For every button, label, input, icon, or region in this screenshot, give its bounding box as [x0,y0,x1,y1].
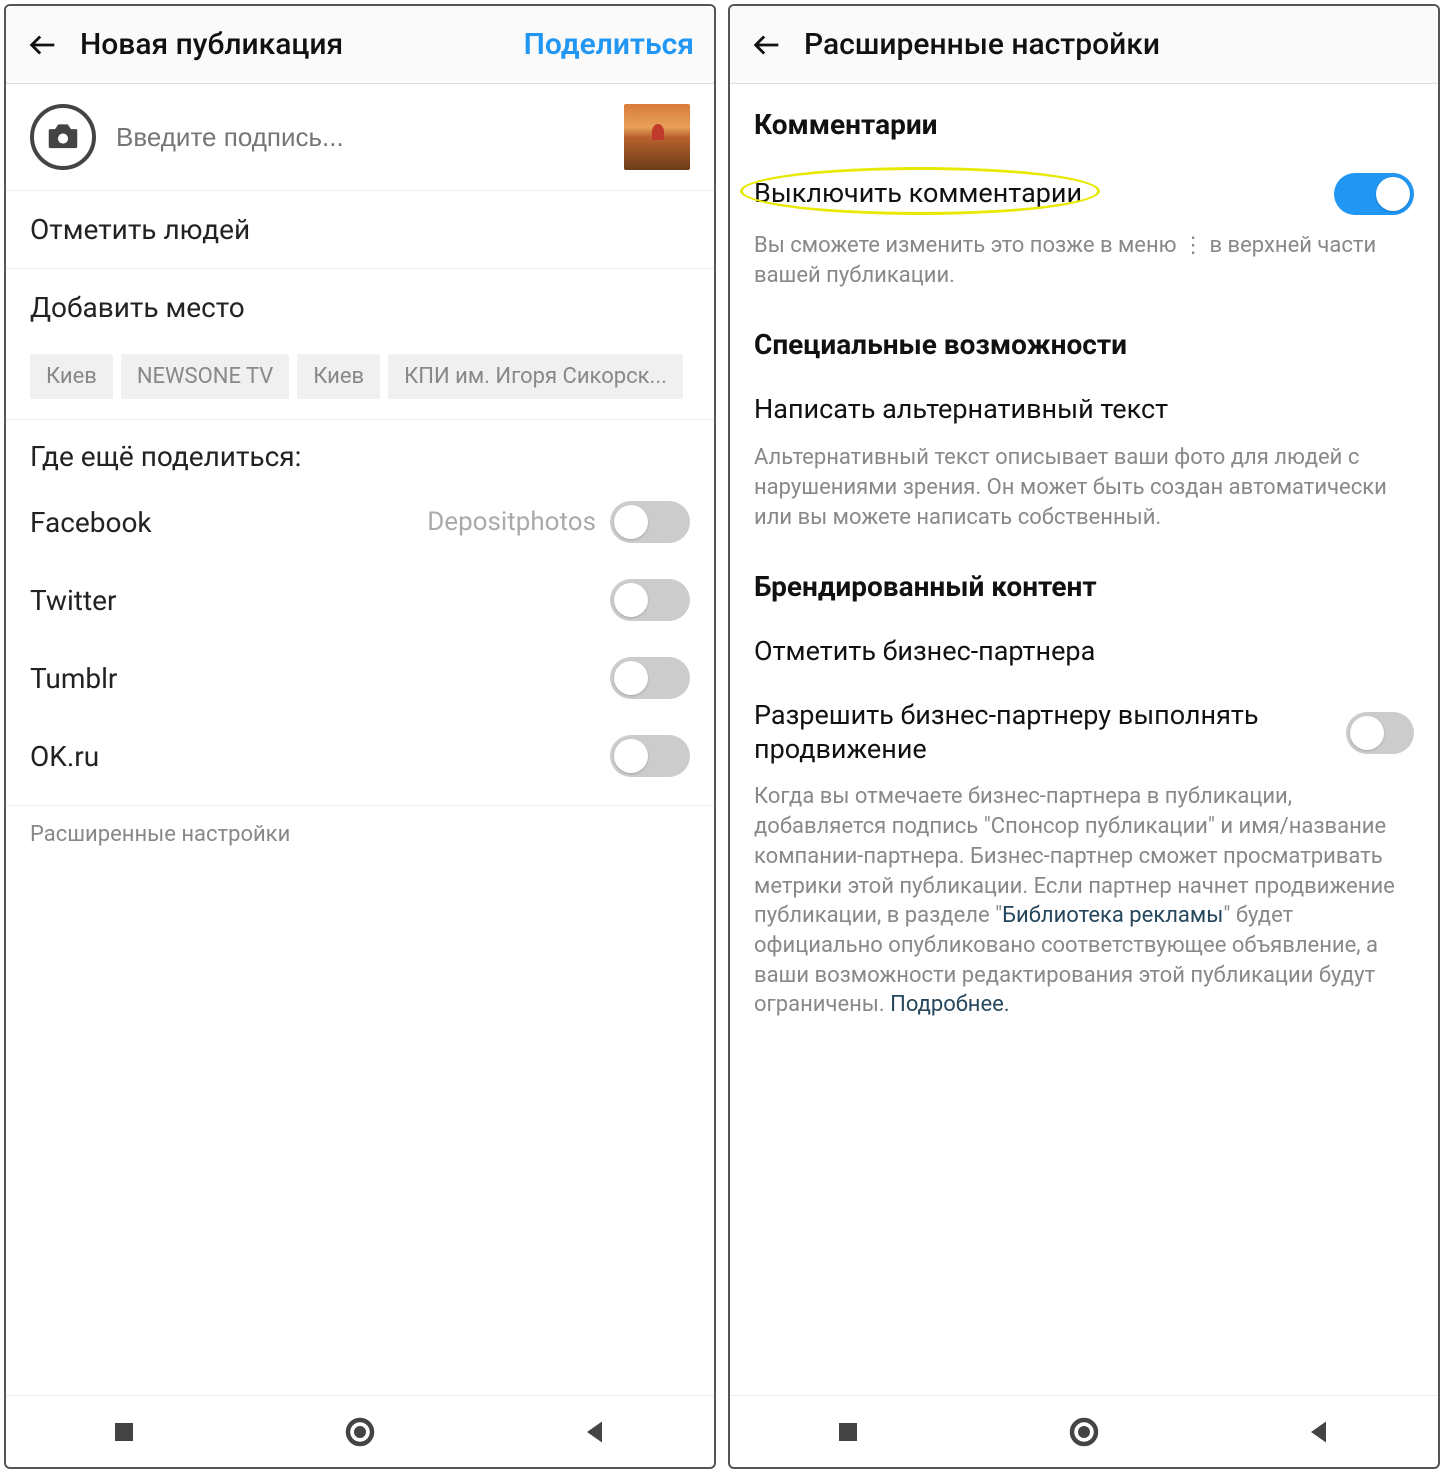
share-row-facebook: Facebook Depositphotos [30,483,690,561]
back-arrow-icon[interactable] [750,28,784,62]
nav-recent-icon[interactable] [106,1414,142,1450]
allow-promo-row: Разрешить бизнес-партнеру выполнять прод… [730,681,1438,779]
alt-text-row[interactable]: Написать альтернативный текст [730,375,1438,439]
twitter-toggle[interactable] [610,579,690,621]
comments-section-title: Комментарии [730,84,1438,155]
share-label: Twitter [30,584,116,617]
alt-text-desc: Альтернативный текст описывает ваши фото… [730,439,1438,546]
nav-home-icon[interactable] [1066,1414,1102,1450]
share-row-okru: OK.ru [30,717,690,795]
page-title: Новая публикация [80,27,504,62]
content: Отметить людей Добавить место Киев NEWSO… [6,84,714,1395]
ad-library-link[interactable]: Библиотека рекламы [1002,903,1223,928]
header: Новая публикация Поделиться [6,6,714,84]
location-chip[interactable]: Киев [297,354,380,399]
page-title: Расширенные настройки [804,27,1418,62]
disable-comments-toggle[interactable] [1334,173,1414,215]
share-label: OK.ru [30,740,99,773]
location-chip[interactable]: NEWSONE TV [121,354,289,399]
nav-home-icon[interactable] [342,1414,378,1450]
disable-comments-text: Выключить комментарии [754,177,1082,209]
tag-partner-row[interactable]: Отметить бизнес-партнера [730,617,1438,681]
location-chip[interactable]: Киев [30,354,113,399]
allow-promo-toggle[interactable] [1346,712,1414,754]
nav-back-icon[interactable] [578,1414,614,1450]
branded-desc: Когда вы отмечаете бизнес-партнера в пуб… [730,778,1438,1034]
android-navbar [6,1395,714,1467]
learn-more-link[interactable]: Подробнее. [890,992,1009,1017]
nav-recent-icon[interactable] [830,1414,866,1450]
share-label: Tumblr [30,662,117,695]
camera-icon[interactable] [30,104,96,170]
share-row-tumblr: Tumblr [30,639,690,717]
disable-comments-row: Выключить комментарии [730,155,1438,227]
advanced-settings-link[interactable]: Расширенные настройки [30,822,290,847]
disable-comments-label: Выключить комментарии [754,177,1082,211]
tag-people-row[interactable]: Отметить людей [6,191,714,269]
nav-back-icon[interactable] [1302,1414,1338,1450]
screen-advanced-settings: Расширенные настройки Комментарии Выключ… [728,4,1440,1469]
tumblr-toggle[interactable] [610,657,690,699]
share-button[interactable]: Поделиться [524,27,694,62]
header: Расширенные настройки [730,6,1438,84]
disable-comments-desc: Вы сможете изменить это позже в меню ⋮ в… [730,227,1438,304]
share-section-title: Где ещё поделиться: [30,440,690,473]
post-thumbnail[interactable] [624,104,690,170]
allow-promo-label: Разрешить бизнес-партнеру выполнять прод… [754,699,1332,767]
facebook-toggle[interactable] [610,501,690,543]
branded-section-title: Брендированный контент [730,546,1438,617]
tag-partner-label: Отметить бизнес-партнера [754,635,1095,669]
share-section: Где ещё поделиться: Facebook Depositphot… [6,420,714,795]
okru-toggle[interactable] [610,735,690,777]
alt-text-label: Написать альтернативный текст [754,393,1168,427]
caption-input[interactable] [116,122,604,153]
location-chip[interactable]: КПИ им. Игоря Сикорск... [388,354,683,399]
advanced-settings-row: Расширенные настройки [6,805,714,863]
screen-new-post: Новая публикация Поделиться Отметить люд… [4,4,716,1469]
share-label: Facebook [30,506,152,539]
add-location-row[interactable]: Добавить место [6,269,714,346]
share-row-twitter: Twitter [30,561,690,639]
caption-row [6,84,714,191]
accessibility-section-title: Специальные возможности [730,304,1438,375]
location-chips: Киев NEWSONE TV Киев КПИ им. Игоря Сикор… [6,346,714,420]
content: Комментарии Выключить комментарии Вы смо… [730,84,1438,1395]
share-hint: Depositphotos [427,507,596,537]
android-navbar [730,1395,1438,1467]
back-arrow-icon[interactable] [26,28,60,62]
